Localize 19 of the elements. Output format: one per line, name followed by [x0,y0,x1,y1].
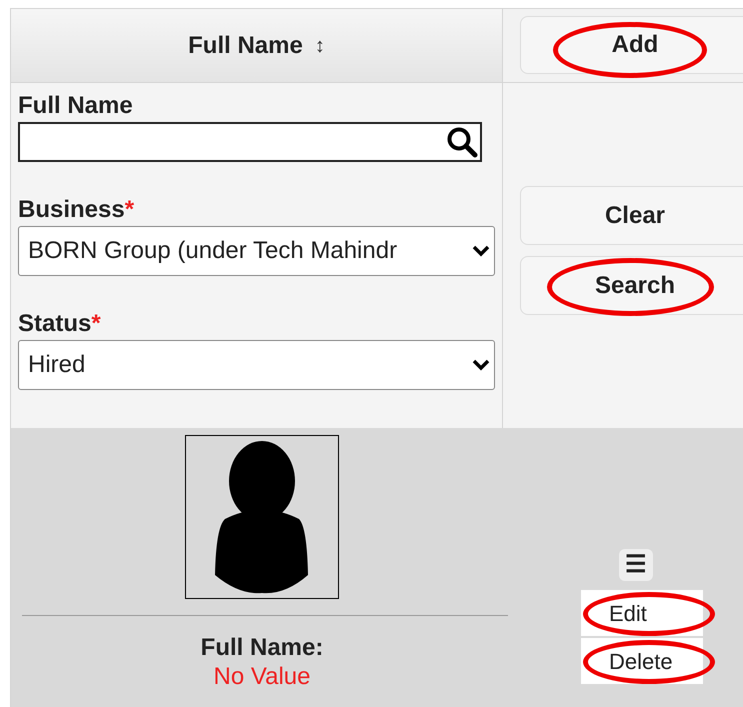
required-mark: * [124,195,134,224]
field-label: Business [18,195,125,224]
menu-button[interactable]: ☰ [619,549,653,581]
dropdown[interactable]: Hired [18,340,495,390]
field-label: Full Name [18,91,133,120]
chevron-down-icon [472,245,490,257]
search-icon[interactable] [446,126,478,158]
search-field[interactable] [18,122,482,162]
sort-icon[interactable]: ↕ [314,30,325,60]
column-header[interactable]: Full Name [188,28,303,64]
filter-button[interactable]: Clear [520,186,743,245]
person-silhouette-icon [185,435,339,599]
field-value: No Value [214,662,310,692]
chevron-down-icon [472,359,490,371]
add-button[interactable]: Add [520,16,743,74]
required-mark: * [91,309,101,338]
field-label: Status [18,309,92,338]
dropdown[interactable]: BORN Group (under Tech Mahindr [18,226,495,276]
field-label: Full Name: [200,634,324,662]
